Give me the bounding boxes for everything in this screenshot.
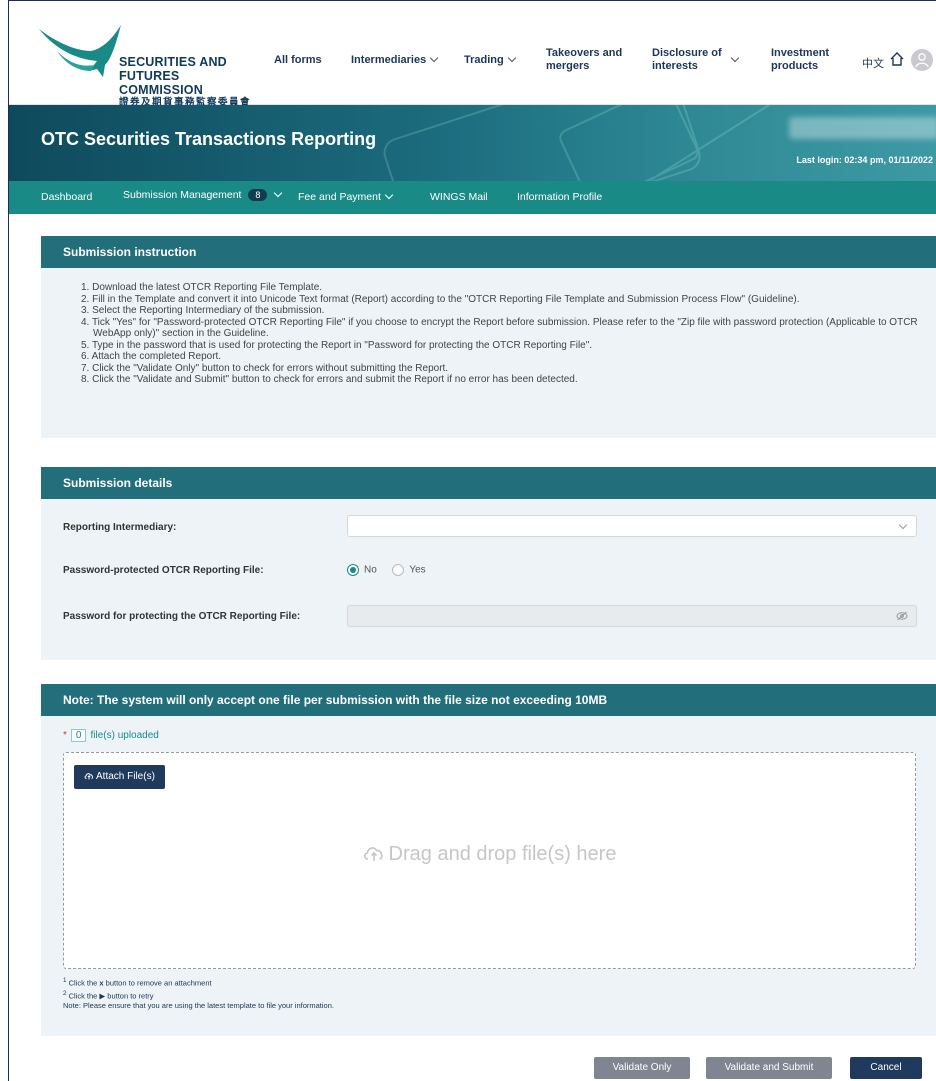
panel-title: Note: The system will only accept one fi… [41, 684, 936, 716]
nav-label: Takeovers and mergers [546, 47, 623, 72]
panel-title: Submission details [41, 467, 936, 499]
password-input[interactable] [347, 605, 917, 627]
password-field-label: Password for protecting the OTCR Reporti… [63, 611, 301, 622]
file-dropzone[interactable]: Attach File(s) Drag and drop file(s) her… [63, 752, 916, 969]
nav-takeovers-mergers[interactable]: Takeovers and mergers [546, 47, 626, 73]
nav-label: Intermediaries [351, 54, 427, 66]
reporting-intermediary-label: Reporting Intermediary: [63, 522, 177, 533]
note-remove: 1 Click the x button to remove an attach… [63, 977, 212, 988]
logo-line1: SECURITIES AND [119, 55, 227, 69]
eagle-logo-icon [39, 25, 121, 77]
nav-trading[interactable]: Trading [464, 53, 516, 67]
user-icon [915, 53, 929, 68]
subnav-label: Submission Management [123, 189, 242, 201]
subnav-fee-and-payment[interactable]: Fee and Payment [298, 190, 394, 203]
submission-instruction-panel: Submission instruction 1. Download the l… [41, 236, 936, 438]
user-avatar[interactable] [911, 49, 933, 71]
upload-notes: 1 Click the x button to remove an attach… [63, 976, 334, 1011]
instruction-item: 5. Type in the password that is used for… [81, 339, 593, 351]
subnav-dashboard[interactable]: Dashboard [41, 191, 92, 203]
nav-label: Trading [464, 54, 504, 66]
file-upload-panel: Note: The system will only accept one fi… [41, 684, 936, 1036]
logo-line2: FUTURES COMMISSION [119, 69, 203, 97]
nav-all-forms[interactable]: All forms [274, 54, 322, 67]
radio-yes-label: Yes [409, 564, 426, 576]
last-login: Last login: 02:34 pm, 01/11/2022 [796, 155, 933, 165]
files-uploaded-counter: * 0 file(s) uploaded [63, 729, 159, 742]
subnav-information-profile[interactable]: Information Profile [517, 191, 602, 203]
cloud-upload-icon [363, 847, 383, 861]
instruction-item: 6. Attach the completed Report. [81, 351, 222, 362]
radio-no[interactable] [347, 564, 359, 576]
chevron-down-icon [274, 188, 283, 198]
reporting-intermediary-select[interactable] [347, 515, 917, 537]
nav-investment-products[interactable]: Investment products [771, 47, 841, 73]
radio-yes[interactable] [392, 564, 405, 576]
blurred-user-info [789, 117, 936, 139]
file-count: 0 [70, 729, 87, 742]
required-mark: * [63, 730, 67, 741]
subnav-wings-mail[interactable]: WINGS Mail [430, 191, 488, 203]
cloud-upload-icon [84, 773, 93, 780]
nav-disclosure-of-interests[interactable]: Disclosure of interests [652, 47, 732, 73]
sub-navigation: Dashboard Submission Management 8 Fee an… [9, 181, 936, 214]
chevron-down-icon[interactable] [730, 53, 740, 63]
drop-text: Drag and drop file(s) here [388, 843, 617, 865]
password-protected-radio-group: No Yes [347, 564, 426, 576]
chevron-down-icon [898, 520, 908, 530]
password-protected-label: Password-protected OTCR Reporting File: [63, 565, 264, 576]
instruction-list: 1. Download the latest OTCR Reporting Fi… [41, 268, 936, 386]
page-banner: OTC Securities Transactions Reporting La… [9, 105, 936, 181]
cancel-button[interactable]: Cancel [850, 1057, 922, 1079]
drop-hint: Drag and drop file(s) here [64, 843, 915, 866]
validate-only-button[interactable]: Validate Only [594, 1057, 690, 1079]
submission-count-badge: 8 [248, 189, 268, 201]
instruction-item: 8. Click the "Validate and Submit" butto… [81, 374, 578, 385]
note-retry: 2 Click the ▶ button to retry [63, 989, 154, 1001]
submission-details-panel: Submission details Reporting Intermediar… [41, 467, 936, 660]
page-title: OTC Securities Transactions Reporting [41, 129, 377, 149]
subnav-submission-management[interactable]: Submission Management 8 [123, 188, 283, 201]
files-uploaded-label: file(s) uploaded [90, 730, 159, 741]
instruction-item: 4. Tick "Yes" for "Password-protected OT… [81, 316, 918, 340]
instruction-item: 7. Click the "Validate Only" button to c… [81, 362, 449, 374]
attach-files-button[interactable]: Attach File(s) [74, 765, 165, 789]
nav-label: Disclosure of interests [652, 47, 722, 72]
instruction-item: 3. Select the Reporting Intermediary of … [81, 305, 325, 316]
radio-no-label: No [364, 564, 377, 576]
attach-label: Attach File(s) [96, 771, 155, 782]
chevron-down-icon [384, 190, 394, 200]
validate-and-submit-button[interactable]: Validate and Submit [706, 1057, 832, 1079]
language-switch[interactable]: 中文 [862, 55, 884, 71]
panel-title: Submission instruction [41, 236, 936, 268]
nav-label: Investment products [771, 47, 830, 72]
home-icon[interactable] [889, 51, 905, 67]
instruction-item: 2. Fill in the Template and convert it i… [81, 293, 800, 305]
instruction-item: 1. Download the latest OTCR Reporting Fi… [81, 282, 323, 293]
page-frame: SECURITIES AND FUTURES COMMISSION 證券及期貨事… [8, 0, 936, 1081]
nav-intermediaries[interactable]: Intermediaries [351, 53, 439, 67]
sfc-logo[interactable]: SECURITIES AND FUTURES COMMISSION 證券及期貨事… [37, 21, 267, 108]
eye-off-icon[interactable] [896, 611, 908, 621]
top-header: SECURITIES AND FUTURES COMMISSION 證券及期貨事… [9, 1, 936, 108]
chevron-down-icon [429, 53, 439, 63]
subnav-label: Fee and Payment [298, 191, 381, 203]
note-template: Note: Please ensure that you are using t… [63, 1001, 334, 1010]
nav-label: All forms [274, 54, 322, 66]
logo-text: SECURITIES AND FUTURES COMMISSION 證券及期貨事… [119, 55, 267, 109]
chevron-down-icon [507, 53, 516, 63]
